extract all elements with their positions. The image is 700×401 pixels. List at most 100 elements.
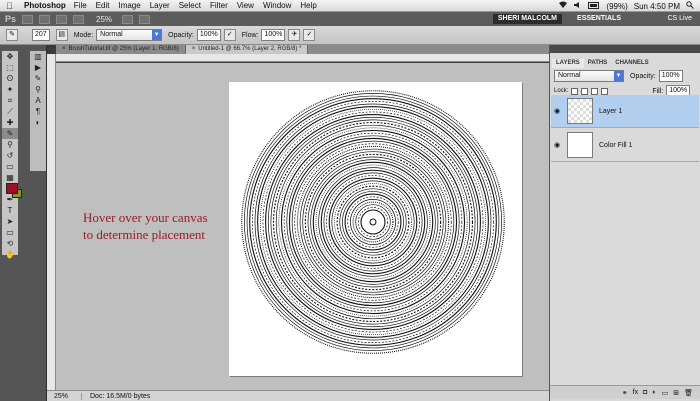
brush-panel-toggle-icon[interactable]: ▤ (55, 29, 68, 41)
eyedropper-tool-icon[interactable]: ⟋ (2, 106, 18, 117)
hand-tool-icon[interactable]: ✋ (2, 249, 18, 260)
cs-live-button[interactable]: CS Live (667, 14, 692, 24)
battery-percent: (99%) (606, 1, 628, 11)
workspace-essentials-button[interactable]: ESSENTIALS (577, 14, 621, 24)
brush-ring (291, 140, 455, 304)
menu-image[interactable]: Image (118, 1, 140, 10)
menu-window[interactable]: Window (263, 1, 291, 10)
status-doc-size[interactable]: Doc: 16.5M/0 bytes (81, 392, 150, 400)
visibility-eye-icon[interactable]: ◉ (551, 141, 563, 149)
clone-stamp-tool-icon[interactable]: ⚲ (2, 139, 18, 150)
zoom-tool-icon[interactable] (73, 14, 85, 24)
lock-position-icon[interactable] (591, 87, 599, 95)
layer-name[interactable]: Color Fill 1 (599, 142, 632, 149)
eraser-tool-icon[interactable]: ▭ (2, 161, 18, 172)
adjustment-layer-icon[interactable]: ◐ (652, 389, 656, 396)
healing-brush-tool-icon[interactable]: ✚ (2, 117, 18, 128)
spotlight-icon[interactable] (686, 1, 694, 11)
menu-file[interactable]: File (74, 1, 87, 10)
marquee-tool-icon[interactable]: ⬚ (2, 62, 18, 73)
menu-edit[interactable]: Edit (96, 1, 110, 10)
foreground-color-swatch[interactable] (6, 183, 18, 194)
airbrush-icon[interactable]: ✈ (288, 29, 301, 41)
pressure-size-icon[interactable]: ✓ (303, 29, 316, 41)
layer-style-icon[interactable]: fx (633, 389, 638, 396)
brush-panel-icon[interactable]: ✎ (30, 73, 46, 84)
close-tab-icon[interactable]: × (62, 46, 66, 52)
volume-icon[interactable] (574, 1, 582, 11)
tab-paths[interactable]: PATHS (584, 59, 611, 68)
zoom-level-dropdown[interactable]: 25% (96, 15, 112, 24)
bridge-icon[interactable] (22, 14, 34, 24)
clone-source-panel-icon[interactable]: ⚲ (30, 84, 46, 95)
visibility-eye-icon[interactable]: ◉ (551, 107, 563, 115)
layer-name[interactable]: Layer 1 (599, 108, 622, 115)
blend-mode-dropdown[interactable]: Normal ▼ (554, 70, 624, 82)
shape-tool-icon[interactable]: ▭ (2, 227, 18, 238)
history-panel-icon[interactable]: ▥ (30, 51, 46, 62)
brush-tool-preset-icon[interactable]: ✎ (6, 29, 18, 41)
arrange-documents-icon[interactable] (122, 14, 134, 24)
layer-row[interactable]: ◉ Layer 1 (551, 95, 699, 128)
tab-untitled-1[interactable]: × Untitled-1 @ 66.7% (Layer 2, RGB/8) * (185, 45, 309, 54)
tool-presets-panel-icon[interactable]: ◐ (30, 117, 46, 128)
brush-ring (251, 100, 495, 344)
actions-panel-icon[interactable]: ▶ (30, 62, 46, 73)
lock-all-icon[interactable] (601, 87, 609, 95)
layer-row[interactable]: ◉ Color Fill 1 (551, 129, 699, 162)
type-tool-icon[interactable]: T (2, 205, 18, 216)
character-panel-icon[interactable]: A (30, 95, 46, 106)
3d-tool-icon[interactable]: ⟲ (2, 238, 18, 249)
brush-ring (246, 95, 500, 349)
document-canvas[interactable] (229, 82, 522, 376)
delete-layer-icon[interactable]: 🗑 (684, 389, 693, 397)
new-layer-icon[interactable]: ⊞ (673, 389, 679, 397)
menu-help[interactable]: Help (300, 1, 316, 10)
paragraph-panel-icon[interactable]: ¶ (30, 106, 46, 117)
menu-select[interactable]: Select (179, 1, 201, 10)
menu-view[interactable]: View (237, 1, 254, 10)
brush-size-field[interactable]: 207 (32, 29, 50, 41)
layer-mask-icon[interactable]: ◘ (643, 389, 647, 396)
history-brush-tool-icon[interactable]: ↺ (2, 150, 18, 161)
mode-dropdown[interactable]: Normal ▼ (96, 29, 163, 41)
menubar-clock[interactable]: Sun 4:50 PM (634, 2, 680, 11)
menu-layer[interactable]: Layer (150, 1, 170, 10)
path-selection-tool-icon[interactable]: ➤ (2, 216, 18, 227)
new-group-icon[interactable]: ▭ (662, 389, 669, 397)
brush-ring (296, 145, 450, 299)
brush-tool-icon[interactable]: ✎ (2, 128, 18, 139)
app-menu[interactable]: Photoshop (24, 1, 66, 10)
pressure-opacity-icon[interactable]: ✓ (223, 29, 236, 41)
close-tab-icon[interactable]: × (192, 46, 196, 52)
flow-field[interactable]: 100% (261, 29, 286, 41)
tab-brush-tutorial[interactable]: × BrushTutorial.tif @ 25% (Layer 1, RGB/8… (56, 45, 186, 54)
lock-image-icon[interactable] (581, 87, 589, 95)
crop-tool-icon[interactable]: ⌗ (2, 95, 18, 106)
tab-channels[interactable]: CHANNELS (611, 59, 652, 68)
canvas-workspace[interactable]: Hover over your canvas to determine plac… (56, 63, 549, 390)
screen-mode-icon[interactable] (139, 14, 151, 24)
quick-selection-tool-icon[interactable]: ✦ (2, 84, 18, 95)
panel-header-strip[interactable] (550, 45, 700, 53)
vertical-ruler[interactable] (47, 54, 56, 390)
lock-transparency-icon[interactable] (571, 87, 579, 95)
link-layers-icon[interactable]: ⚭ (622, 389, 628, 397)
tab-layers[interactable]: LAYERS (552, 59, 584, 68)
lasso-tool-icon[interactable]: ʘ (2, 73, 18, 84)
gradient-tool-icon[interactable]: ▦ (2, 172, 18, 183)
apple-icon[interactable]:  (6, 1, 16, 11)
move-tool-icon[interactable]: ✥ (2, 51, 18, 62)
menu-filter[interactable]: Filter (210, 1, 228, 10)
blend-mode-value: Normal (558, 72, 581, 79)
battery-icon[interactable] (588, 1, 600, 11)
brush-ring (288, 137, 458, 307)
horizontal-ruler[interactable] (56, 54, 549, 62)
mini-bridge-icon[interactable] (39, 14, 51, 24)
layer-opacity-field[interactable]: 100% (658, 70, 683, 82)
opacity-field[interactable]: 100% (196, 29, 221, 41)
wifi-icon[interactable] (558, 1, 568, 11)
hand-tool-icon[interactable] (56, 14, 68, 24)
status-zoom[interactable]: 25% (47, 393, 75, 400)
workspace-user-button[interactable]: SHERI MALCOLM (492, 14, 562, 24)
